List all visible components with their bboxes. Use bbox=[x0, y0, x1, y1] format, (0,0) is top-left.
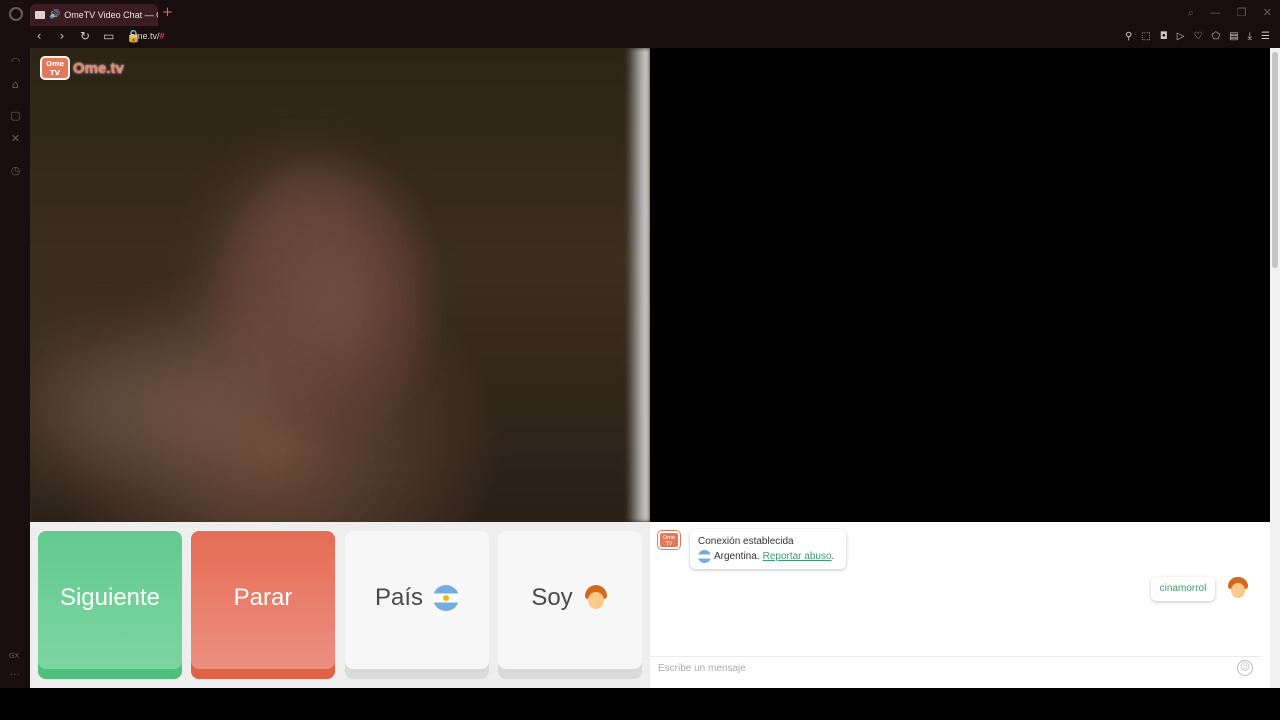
reload-icon[interactable]: ↻ bbox=[80, 29, 90, 43]
tab-title: OmeTV Video Chat — O bbox=[64, 10, 158, 20]
x-twitter-icon[interactable]: ✕ bbox=[9, 132, 22, 145]
browser-tab[interactable]: 🔊 OmeTV Video Chat — O bbox=[30, 4, 158, 26]
ometv-chat-icon: Ome TV bbox=[658, 531, 680, 549]
blurred-background bbox=[30, 348, 260, 468]
logo-badge-bottom: TV bbox=[49, 69, 61, 77]
logo-badge-top: Ome bbox=[46, 60, 64, 68]
partner-country: Argentina. bbox=[714, 551, 760, 562]
gender-label: Soy bbox=[531, 584, 573, 611]
url-hash: # bbox=[159, 31, 165, 41]
new-tab-button[interactable]: + bbox=[162, 6, 173, 20]
ometv-page: Ome TV Ome.tv Siguiente Parar País Soy O… bbox=[30, 48, 1280, 688]
window-controls: ⌕ — ❐ ✕ bbox=[1188, 6, 1272, 20]
message-input[interactable] bbox=[650, 656, 1262, 680]
system-message: Conexión establecida Argentina. Reportar… bbox=[690, 529, 846, 569]
minimize-icon[interactable]: — bbox=[1210, 6, 1221, 20]
user-message: cinamorrol bbox=[1151, 577, 1215, 601]
ometv-logo[interactable]: Ome TV Ome.tv bbox=[40, 56, 124, 80]
address-bar: ‹ › ↻ ▭ 🔒 ome.tv/# ⚲ ⬚ ◘ ▷ ♡ ⬠ ▤ ⤓ ☰ bbox=[0, 28, 1280, 48]
chat-panel: Ome TV Conexión establecida Argentina. Re… bbox=[650, 522, 1270, 688]
argentina-flag-icon bbox=[433, 585, 460, 611]
stop-button[interactable]: Parar bbox=[191, 531, 335, 679]
close-icon[interactable]: ✕ bbox=[1263, 6, 1272, 20]
play-icon[interactable]: ▷ bbox=[1177, 31, 1185, 42]
gx-label[interactable]: GX bbox=[9, 652, 19, 660]
next-button[interactable]: Siguiente bbox=[38, 531, 182, 679]
heart-icon[interactable]: ♡ bbox=[1193, 31, 1202, 42]
emoji-icon[interactable]: ☺ bbox=[1237, 660, 1253, 676]
country-button[interactable]: País bbox=[345, 531, 489, 679]
remote-camera-video bbox=[650, 48, 1270, 522]
user-avatar-icon bbox=[1227, 577, 1249, 599]
report-abuse-link[interactable]: Reportar abuso bbox=[763, 551, 832, 562]
url-field[interactable]: ome.tv/# bbox=[130, 31, 165, 41]
forward-icon[interactable]: › bbox=[57, 29, 67, 43]
local-camera-video: Ome TV Ome.tv bbox=[30, 48, 650, 522]
logo-text: Ome.tv bbox=[73, 59, 124, 77]
scrollbar-thumb[interactable] bbox=[1272, 52, 1278, 268]
opera-logo-icon[interactable] bbox=[9, 7, 23, 21]
speaker-icon[interactable]: 🔊 bbox=[49, 10, 60, 20]
restore-icon[interactable]: ❐ bbox=[1237, 6, 1247, 20]
download-icon[interactable]: ⤓ bbox=[1248, 31, 1252, 42]
url-host: ome.tv/ bbox=[130, 31, 160, 41]
profile-icon[interactable]: ▤ bbox=[1229, 31, 1238, 42]
browser-sidebar: ◠ ⌂ ▢ ✕ ◷ GX ··· bbox=[0, 48, 30, 688]
menu-icon[interactable]: ☰ bbox=[1261, 31, 1270, 42]
camera-icon[interactable]: ▭ bbox=[103, 29, 114, 43]
page-scrollbar[interactable] bbox=[1270, 48, 1280, 688]
extensions-icon[interactable]: ⬠ bbox=[1211, 31, 1220, 42]
boy-avatar-icon bbox=[583, 585, 609, 611]
snapshot-icon[interactable]: ⬚ bbox=[1141, 31, 1150, 42]
back-icon[interactable]: ‹ bbox=[34, 29, 44, 43]
pocket-icon[interactable]: ◘ bbox=[1160, 31, 1168, 42]
stop-label: Parar bbox=[233, 584, 293, 611]
browser-tab-bar: 🔊 OmeTV Video Chat — O + ⌕ — ❐ ✕ bbox=[0, 0, 1280, 28]
next-label: Siguiente bbox=[59, 584, 161, 611]
pin-icon[interactable]: ⚲ bbox=[1125, 31, 1132, 42]
more-icon[interactable]: ··· bbox=[10, 670, 20, 681]
connection-status: Conexión establecida bbox=[698, 536, 794, 547]
aria-icon[interactable]: ◠ bbox=[9, 55, 22, 68]
toolbar-icons: ⚲ ⬚ ◘ ▷ ♡ ⬠ ▤ ⤓ ☰ bbox=[1125, 31, 1270, 42]
tv-logo-icon: Ome TV bbox=[40, 56, 70, 80]
argentina-flag-icon bbox=[698, 550, 711, 563]
gender-button[interactable]: Soy bbox=[498, 531, 642, 679]
bottom-bar bbox=[0, 688, 1280, 720]
nav-buttons: ‹ › ↻ ▭ 🔒 bbox=[34, 29, 141, 43]
history-icon[interactable]: ◷ bbox=[9, 164, 22, 177]
search-icon[interactable]: ⌕ bbox=[1188, 6, 1194, 20]
video-edge bbox=[626, 48, 650, 522]
twitch-icon[interactable]: ▢ bbox=[9, 109, 22, 122]
favicon-icon bbox=[35, 11, 45, 19]
country-label: País bbox=[374, 584, 424, 611]
gx-control-icon[interactable]: ⌂ bbox=[9, 78, 22, 91]
